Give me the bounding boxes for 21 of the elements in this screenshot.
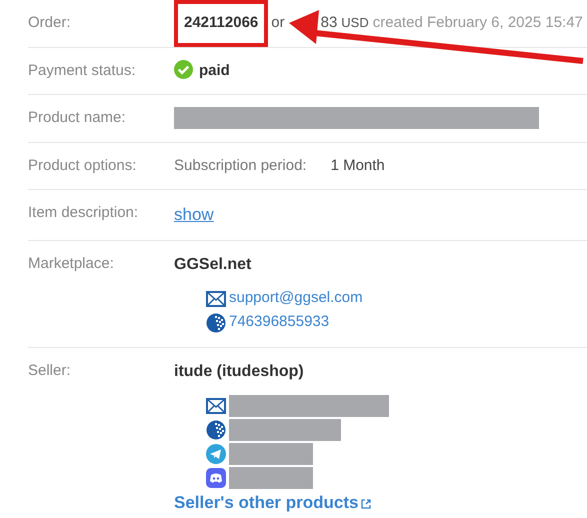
created-date: created February 6, 2025 15:47 <box>372 14 583 31</box>
contact-link[interactable]: support@ggsel.com <box>229 287 363 310</box>
field-label: Payment status: <box>28 60 137 80</box>
field-label: Seller: <box>28 360 72 380</box>
other-products-link[interactable]: Seller's other products <box>174 492 358 512</box>
option-name: Subscription period: <box>174 156 307 174</box>
order-amount-text: 83 <box>320 14 338 31</box>
contact-link[interactable]: 746396855933 <box>229 311 330 334</box>
order-number: 242112066 <box>184 13 258 33</box>
field-label: Item description: <box>28 203 140 223</box>
field-label: Order: <box>28 13 72 33</box>
field-label: Marketplace: <box>28 254 115 274</box>
contact-name: GGSel.net <box>174 254 252 274</box>
order-amount-text: or <box>271 14 285 31</box>
field-label: Product options: <box>28 156 138 176</box>
contact-name: itude (itudeshop) <box>174 362 305 382</box>
show-link[interactable]: show <box>174 205 214 224</box>
currency-text: USD <box>341 15 369 30</box>
option-value: 1 Month <box>330 156 385 174</box>
payment-status: paid <box>199 62 230 78</box>
field-label: Product name: <box>28 108 127 128</box>
